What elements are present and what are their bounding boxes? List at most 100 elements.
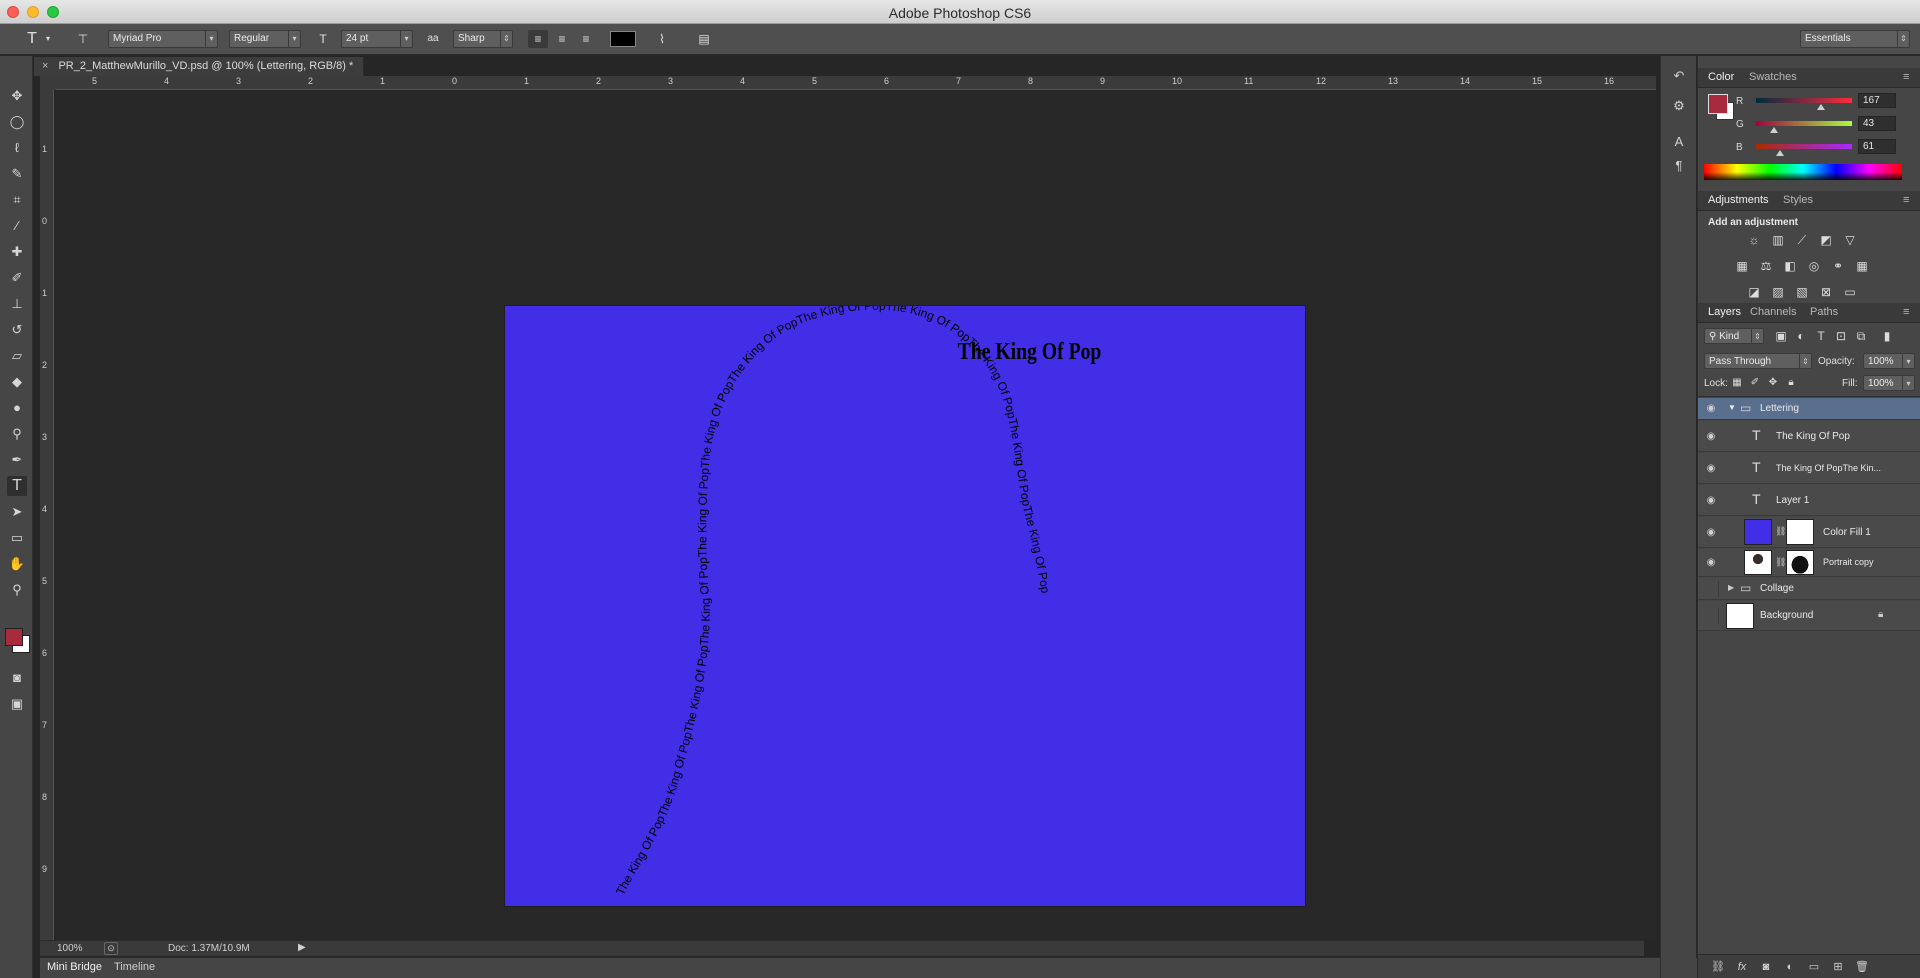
eyedropper-tool-icon[interactable]: ⁄ (7, 216, 27, 236)
clone-stamp-tool-icon[interactable]: ⊥ (7, 294, 27, 314)
layer-mask-thumbnail[interactable] (1786, 519, 1814, 545)
tab-styles[interactable]: Styles (1783, 194, 1813, 206)
visibility-toggle[interactable] (1703, 581, 1719, 597)
anti-alias-dropdown[interactable]: Sharp ⇕ (453, 30, 513, 48)
eye-icon[interactable]: ◉ (1704, 462, 1718, 476)
color-lookup-icon[interactable]: ▦ (1853, 258, 1871, 274)
new-layer-icon[interactable]: ⊞ (1830, 959, 1846, 975)
text-color-swatch[interactable] (610, 31, 636, 47)
tab-swatches[interactable]: Swatches (1749, 71, 1797, 83)
curves-icon[interactable]: ⟋ (1793, 232, 1811, 248)
path-text[interactable]: The King Of PopThe King Of PopThe King O… (613, 306, 1052, 897)
type-tool-preset-icon[interactable]: T (22, 30, 42, 48)
posterize-icon[interactable]: ▨ (1769, 284, 1787, 300)
chevron-right-icon[interactable]: ▶ (1728, 583, 1734, 592)
tab-mini-bridge[interactable]: Mini Bridge (47, 961, 102, 973)
crop-tool-icon[interactable]: ⌗ (7, 190, 27, 210)
red-slider-handle[interactable] (1817, 104, 1825, 110)
document-tab[interactable]: × PR_2_MatthewMurillo_VD.psd @ 100% (Lett… (34, 57, 364, 76)
fill-field[interactable]: 100% ▾ (1863, 375, 1915, 391)
hand-tool-icon[interactable]: ✋ (7, 554, 27, 574)
red-slider[interactable] (1756, 98, 1852, 103)
pen-tool-icon[interactable]: ✒ (7, 450, 27, 470)
history-panel-icon[interactable]: ↶ (1669, 66, 1689, 86)
filter-shape-icon[interactable]: ⊡ (1832, 328, 1850, 344)
layer-filter-dropdown[interactable]: ⚲ Kind ⇕ (1704, 328, 1764, 344)
lock-pixels-icon[interactable]: ✐ (1746, 375, 1764, 391)
eye-icon[interactable]: ◉ (1704, 526, 1718, 540)
close-icon[interactable]: × (42, 60, 48, 72)
filter-toggle-icon[interactable]: ▮ (1878, 328, 1896, 344)
path-selection-tool-icon[interactable]: ➤ (7, 502, 27, 522)
font-style-dropdown[interactable]: Regular ▾ (229, 30, 301, 48)
healing-brush-tool-icon[interactable]: ✚ (7, 242, 27, 262)
new-adjustment-layer-icon[interactable]: ◐ (1782, 959, 1798, 975)
filter-adjustment-icon[interactable]: ◐ (1792, 328, 1810, 344)
chevron-down-icon[interactable]: ▾ (43, 30, 53, 48)
green-slider-handle[interactable] (1770, 127, 1778, 133)
eye-icon[interactable]: ◉ (1704, 556, 1718, 570)
selective-color-icon[interactable]: ⊠ (1817, 284, 1835, 300)
link-icon[interactable]: ⛓ (1775, 526, 1786, 537)
gradient-map-icon[interactable]: ▭ (1841, 284, 1859, 300)
layer-row-text[interactable]: ◉ T Layer 1 (1698, 485, 1920, 516)
filter-smart-object-icon[interactable]: ⧉ (1852, 328, 1870, 344)
brightness-contrast-icon[interactable]: ☼ (1745, 232, 1763, 248)
artboard[interactable]: The King Of PopThe King Of PopThe King O… (505, 306, 1305, 906)
layer-row-text[interactable]: ◉ T The King Of Pop (1698, 421, 1920, 452)
horizontal-ruler[interactable]: 5 4 3 2 1 0 1 2 3 4 5 6 7 8 9 10 11 12 13 14 15 16 (56, 76, 1656, 90)
lock-transparent-icon[interactable]: ▦ (1728, 375, 1746, 391)
invert-icon[interactable]: ◪ (1745, 284, 1763, 300)
panel-menu-icon[interactable]: ≡ (1903, 71, 1909, 83)
layer-row-portrait[interactable]: ◉ ⛓ Portrait copy (1698, 549, 1920, 577)
paint-bucket-tool-icon[interactable]: ◆ (7, 372, 27, 392)
blue-slider[interactable] (1756, 144, 1852, 149)
layer-mask-thumbnail[interactable] (1786, 550, 1814, 575)
type-tool-icon[interactable]: T (7, 476, 27, 496)
canvas-area[interactable]: The King Of PopThe King Of PopThe King O… (56, 91, 1656, 940)
vibrance-icon[interactable]: ▽ (1841, 232, 1859, 248)
color-balance-icon[interactable]: ⚖ (1757, 258, 1775, 274)
align-right-icon[interactable]: ≡ (576, 30, 596, 48)
tab-layers[interactable]: Layers (1708, 306, 1741, 318)
layer-row-collage[interactable]: ▶ ▭ Collage (1698, 578, 1920, 600)
character-panel-icon[interactable]: A (1669, 132, 1689, 152)
marquee-tool-icon[interactable]: ◯ (7, 112, 27, 132)
photo-filter-icon[interactable]: ◎ (1805, 258, 1823, 274)
move-tool-icon[interactable]: ✥ (7, 86, 27, 106)
brush-tool-icon[interactable]: ✐ (7, 268, 27, 288)
filter-type-icon[interactable]: T (1812, 328, 1830, 344)
font-family-dropdown[interactable]: Myriad Pro ▾ (108, 30, 218, 48)
layer-row-background[interactable]: Background 🔒︎ (1698, 601, 1920, 631)
add-mask-icon[interactable]: ◙ (1758, 959, 1774, 975)
hue-saturation-icon[interactable]: ▦ (1733, 258, 1751, 274)
foreground-color-swatch[interactable] (5, 628, 23, 646)
tab-paths[interactable]: Paths (1810, 306, 1838, 318)
panel-menu-icon[interactable]: ≡ (1903, 306, 1909, 318)
lock-position-icon[interactable]: ✥ (1764, 375, 1782, 391)
paragraph-panel-icon[interactable]: ¶ (1669, 156, 1689, 176)
zoom-tool-icon[interactable]: ⚲ (7, 580, 27, 600)
blue-slider-handle[interactable] (1776, 150, 1784, 156)
quick-select-tool-icon[interactable]: ✎ (7, 164, 27, 184)
tab-timeline[interactable]: Timeline (114, 961, 155, 973)
layer-style-icon[interactable]: fx (1734, 959, 1750, 975)
visibility-toggle[interactable] (1703, 608, 1719, 624)
black-white-icon[interactable]: ◧ (1781, 258, 1799, 274)
eye-icon[interactable]: ◉ (1704, 402, 1718, 416)
align-left-icon[interactable]: ≡ (528, 30, 548, 48)
history-brush-tool-icon[interactable]: ↺ (7, 320, 27, 340)
channel-mixer-icon[interactable]: ⚭ (1829, 258, 1847, 274)
eye-icon[interactable]: ◉ (1704, 430, 1718, 444)
blur-tool-icon[interactable]: ● (7, 398, 27, 418)
blend-mode-dropdown[interactable]: Pass Through ⇕ (1704, 353, 1812, 369)
exposure-icon[interactable]: ◩ (1817, 232, 1835, 248)
text-orientation-icon[interactable]: ⊤ (73, 30, 93, 48)
lock-all-icon[interactable]: 🔒︎ (1782, 375, 1800, 391)
character-panel-icon[interactable]: ▤ (694, 30, 714, 48)
levels-icon[interactable]: ▥ (1769, 232, 1787, 248)
layer-row-lettering[interactable]: ◉ ▼ ▭ Lettering (1698, 398, 1920, 420)
threshold-icon[interactable]: ▧ (1793, 284, 1811, 300)
link-layers-icon[interactable]: ⛓ (1710, 959, 1726, 975)
red-value[interactable]: 167 (1858, 93, 1896, 108)
